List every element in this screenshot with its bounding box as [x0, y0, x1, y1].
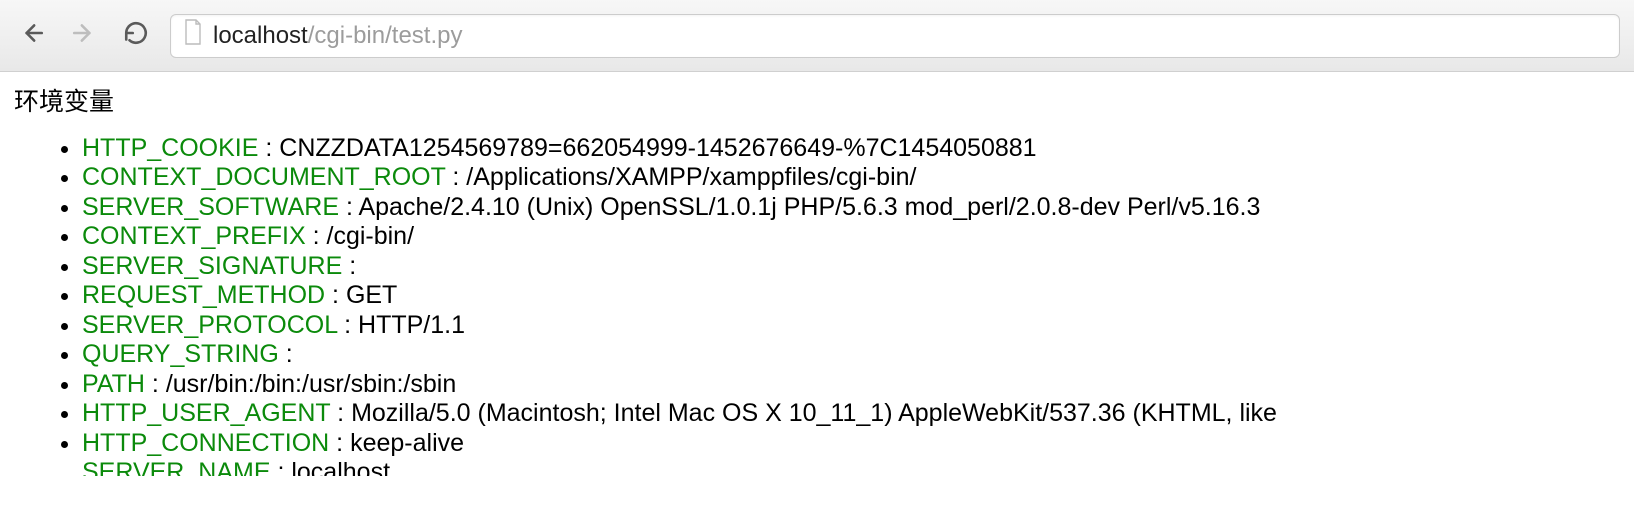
list-item: REQUEST_METHOD : GET	[82, 281, 1620, 311]
reload-button[interactable]	[118, 18, 154, 54]
env-key: SERVER_PROTOCOL	[82, 311, 337, 339]
url-text: localhost/cgi-bin/test.py	[213, 22, 462, 50]
env-value: HTTP/1.1	[358, 311, 465, 339]
page-title: 环境变量	[14, 88, 1620, 118]
env-key: SERVER_SIGNATURE	[82, 252, 342, 280]
env-key: CONTEXT_DOCUMENT_ROOT	[82, 163, 445, 191]
list-item: SERVER_NAME : localhost	[82, 458, 1620, 476]
list-item: HTTP_COOKIE : CNZZDATA1254569789=6620549…	[82, 134, 1620, 164]
env-value: /cgi-bin/	[327, 222, 415, 250]
page-content: 环境变量 HTTP_COOKIE : CNZZDATA1254569789=66…	[0, 72, 1634, 476]
back-button[interactable]	[14, 18, 50, 54]
list-item: SERVER_SOFTWARE : Apache/2.4.10 (Unix) O…	[82, 193, 1620, 223]
arrow-left-icon	[19, 20, 45, 51]
env-value: GET	[346, 281, 397, 309]
url-path: /cgi-bin/test.py	[308, 22, 463, 49]
env-list: HTTP_COOKIE : CNZZDATA1254569789=6620549…	[14, 134, 1620, 477]
browser-toolbar: localhost/cgi-bin/test.py	[0, 0, 1634, 72]
env-key: PATH	[82, 370, 145, 398]
env-value: keep-alive	[350, 429, 464, 457]
list-item: HTTP_CONNECTION : keep-alive	[82, 429, 1620, 459]
list-item: QUERY_STRING :	[82, 340, 1620, 370]
env-value: /Applications/XAMPP/xamppfiles/cgi-bin/	[466, 163, 916, 191]
env-key: CONTEXT_PREFIX	[82, 222, 306, 250]
list-item: SERVER_PROTOCOL : HTTP/1.1	[82, 311, 1620, 341]
list-item: PATH : /usr/bin:/bin:/usr/sbin:/sbin	[82, 370, 1620, 400]
env-key: HTTP_COOKIE	[82, 134, 258, 162]
env-key: QUERY_STRING	[82, 340, 279, 368]
reload-icon	[123, 20, 149, 51]
list-item: CONTEXT_PREFIX : /cgi-bin/	[82, 222, 1620, 252]
env-value: localhost	[291, 458, 390, 476]
env-value: CNZZDATA1254569789=662054999-1452676649-…	[279, 134, 1036, 162]
file-icon	[183, 19, 203, 52]
env-value: /usr/bin:/bin:/usr/sbin:/sbin	[166, 370, 456, 398]
env-key: HTTP_USER_AGENT	[82, 399, 330, 427]
env-key: SERVER_SOFTWARE	[82, 193, 339, 221]
arrow-right-icon	[71, 20, 97, 51]
env-key: HTTP_CONNECTION	[82, 429, 329, 457]
url-host: localhost	[213, 22, 308, 49]
env-key: REQUEST_METHOD	[82, 281, 325, 309]
list-item: HTTP_USER_AGENT : Mozilla/5.0 (Macintosh…	[82, 399, 1620, 429]
list-item: CONTEXT_DOCUMENT_ROOT : /Applications/XA…	[82, 163, 1620, 193]
address-bar[interactable]: localhost/cgi-bin/test.py	[170, 14, 1620, 58]
env-key: SERVER_NAME	[82, 458, 271, 476]
env-value: Mozilla/5.0 (Macintosh; Intel Mac OS X 1…	[351, 399, 1277, 427]
forward-button[interactable]	[66, 18, 102, 54]
list-item: SERVER_SIGNATURE :	[82, 252, 1620, 282]
env-value: Apache/2.4.10 (Unix) OpenSSL/1.0.1j PHP/…	[358, 193, 1260, 221]
